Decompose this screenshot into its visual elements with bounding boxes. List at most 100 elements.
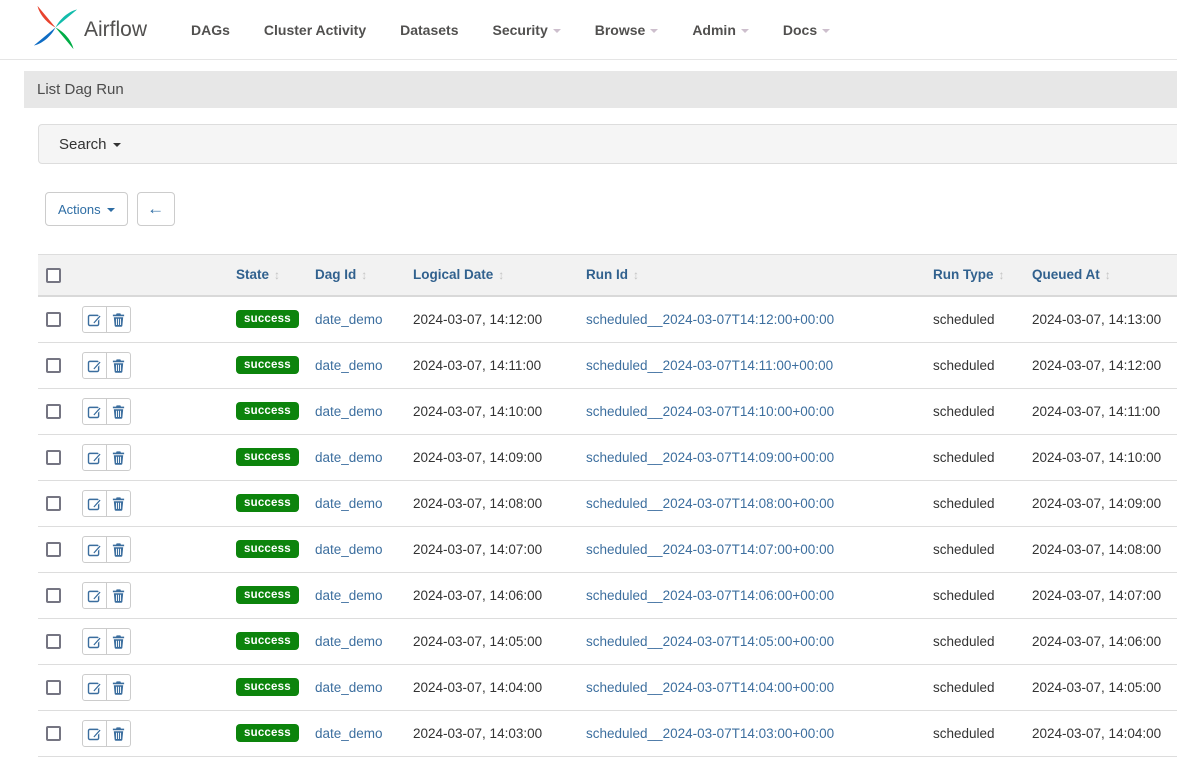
- queued-at-cell: 2024-03-07, 14:12:00: [1024, 342, 1177, 388]
- dag-id-link[interactable]: date_demo: [315, 588, 383, 603]
- logical-date-cell: 2024-03-07, 14:11:00: [405, 342, 578, 388]
- dag-id-link[interactable]: date_demo: [315, 680, 383, 695]
- nav-item-datasets[interactable]: Datasets: [400, 22, 458, 38]
- edit-record-button[interactable]: [83, 721, 106, 746]
- edit-pencil-icon: [87, 404, 102, 419]
- run-id-link[interactable]: scheduled__2024-03-07T14:11:00+00:00: [586, 358, 833, 373]
- state-cell: success: [228, 618, 307, 664]
- trash-icon: [111, 450, 126, 465]
- column-header-run-id[interactable]: Run Id↕: [578, 255, 925, 296]
- row-checkbox[interactable]: [46, 312, 61, 327]
- queued-at-cell: 2024-03-07, 14:11:00: [1024, 388, 1177, 434]
- dag-id-link[interactable]: date_demo: [315, 726, 383, 741]
- run-id-link[interactable]: scheduled__2024-03-07T14:06:00+00:00: [586, 588, 834, 603]
- page-title: List Dag Run: [24, 71, 1177, 108]
- edit-pencil-icon: [87, 496, 102, 511]
- dag-id-link[interactable]: date_demo: [315, 312, 383, 327]
- state-badge: success: [236, 356, 299, 374]
- row-actions-cell: [74, 526, 228, 572]
- row-checkbox[interactable]: [46, 542, 61, 557]
- delete-record-button[interactable]: [106, 583, 130, 608]
- nav-item-dags[interactable]: DAGs: [191, 22, 230, 38]
- row-checkbox[interactable]: [46, 404, 61, 419]
- run-id-link[interactable]: scheduled__2024-03-07T14:05:00+00:00: [586, 634, 834, 649]
- run-id-link[interactable]: scheduled__2024-03-07T14:08:00+00:00: [586, 496, 834, 511]
- column-header-logical-date[interactable]: Logical Date↕: [405, 255, 578, 296]
- edit-record-button[interactable]: [83, 537, 106, 562]
- dag-id-link[interactable]: date_demo: [315, 634, 383, 649]
- select-all-checkbox[interactable]: [46, 268, 61, 283]
- nav-item-security[interactable]: Security: [492, 22, 560, 38]
- column-header-dag-id[interactable]: Dag Id↕: [307, 255, 405, 296]
- row-checkbox[interactable]: [46, 588, 61, 603]
- delete-record-button[interactable]: [106, 537, 130, 562]
- delete-record-button[interactable]: [106, 675, 130, 700]
- state-badge: success: [236, 310, 299, 328]
- nav-item-cluster-activity[interactable]: Cluster Activity: [264, 22, 366, 38]
- brand-name: Airflow: [84, 18, 147, 42]
- dag-id-link[interactable]: date_demo: [315, 358, 383, 373]
- sort-icon[interactable]: ↕: [498, 268, 504, 282]
- column-header-run-type[interactable]: Run Type↕: [925, 255, 1024, 296]
- sort-icon[interactable]: ↕: [633, 268, 639, 282]
- run-id-link[interactable]: scheduled__2024-03-07T14:12:00+00:00: [586, 312, 834, 327]
- run-id-link[interactable]: scheduled__2024-03-07T14:04:00+00:00: [586, 680, 834, 695]
- search-panel-toggle[interactable]: Search: [38, 124, 1177, 164]
- row-checkbox[interactable]: [46, 726, 61, 741]
- row-checkbox[interactable]: [46, 450, 61, 465]
- column-header-state[interactable]: State↕: [228, 255, 307, 296]
- dag-id-cell: date_demo: [307, 618, 405, 664]
- state-cell: success: [228, 710, 307, 756]
- row-checkbox[interactable]: [46, 680, 61, 695]
- edit-record-button[interactable]: [83, 629, 106, 654]
- delete-record-button[interactable]: [106, 629, 130, 654]
- actions-dropdown-button[interactable]: Actions: [45, 192, 128, 226]
- back-button[interactable]: ←: [137, 192, 175, 226]
- row-select-cell: [38, 710, 74, 756]
- trash-icon: [111, 588, 126, 603]
- run-type-cell: scheduled: [925, 526, 1024, 572]
- delete-record-button[interactable]: [106, 721, 130, 746]
- sort-icon[interactable]: ↕: [1105, 268, 1111, 282]
- chevron-down-icon: [741, 29, 749, 33]
- sort-icon[interactable]: ↕: [274, 268, 280, 282]
- row-checkbox[interactable]: [46, 496, 61, 511]
- dag-id-link[interactable]: date_demo: [315, 404, 383, 419]
- edit-record-button[interactable]: [83, 307, 106, 332]
- search-label: Search: [59, 136, 107, 153]
- row-checkbox[interactable]: [46, 634, 61, 649]
- delete-record-button[interactable]: [106, 399, 130, 424]
- edit-record-button[interactable]: [83, 353, 106, 378]
- row-actions-cell: [74, 710, 228, 756]
- edit-record-button[interactable]: [83, 491, 106, 516]
- delete-record-button[interactable]: [106, 445, 130, 470]
- run-id-link[interactable]: scheduled__2024-03-07T14:10:00+00:00: [586, 404, 834, 419]
- edit-record-button[interactable]: [83, 675, 106, 700]
- run-id-link[interactable]: scheduled__2024-03-07T14:03:00+00:00: [586, 726, 834, 741]
- row-select-cell: [38, 296, 74, 343]
- dag-id-link[interactable]: date_demo: [315, 542, 383, 557]
- nav-item-browse[interactable]: Browse: [595, 22, 659, 38]
- logical-date-cell: 2024-03-07, 14:04:00: [405, 664, 578, 710]
- delete-record-button[interactable]: [106, 307, 130, 332]
- nav-item-admin[interactable]: Admin: [692, 22, 749, 38]
- edit-record-button[interactable]: [83, 399, 106, 424]
- delete-record-button[interactable]: [106, 353, 130, 378]
- sort-icon[interactable]: ↕: [361, 268, 367, 282]
- sort-icon[interactable]: ↕: [999, 268, 1005, 282]
- dag-id-link[interactable]: date_demo: [315, 496, 383, 511]
- nav-item-docs[interactable]: Docs: [783, 22, 830, 38]
- dag-id-cell: date_demo: [307, 434, 405, 480]
- run-id-cell: scheduled__2024-03-07T14:11:00+00:00: [578, 342, 925, 388]
- edit-record-button[interactable]: [83, 583, 106, 608]
- delete-record-button[interactable]: [106, 491, 130, 516]
- edit-record-button[interactable]: [83, 445, 106, 470]
- run-id-link[interactable]: scheduled__2024-03-07T14:07:00+00:00: [586, 542, 834, 557]
- run-id-link[interactable]: scheduled__2024-03-07T14:09:00+00:00: [586, 450, 834, 465]
- column-header-queued-at[interactable]: Queued At↕: [1024, 255, 1177, 296]
- trash-icon: [111, 312, 126, 327]
- row-checkbox[interactable]: [46, 358, 61, 373]
- airflow-brand[interactable]: Airflow: [33, 5, 147, 55]
- dag-id-link[interactable]: date_demo: [315, 450, 383, 465]
- row-actions-cell: [74, 434, 228, 480]
